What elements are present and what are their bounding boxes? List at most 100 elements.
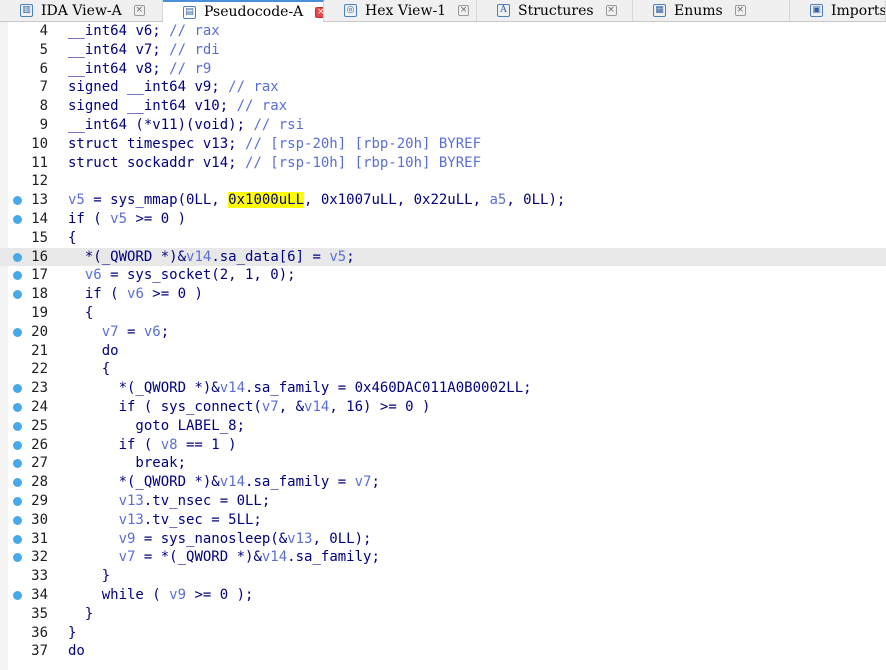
code-line[interactable]: 4 __int64 v6; // rax <box>0 22 886 41</box>
variable-token: v9 <box>169 587 187 603</box>
line-number: 15 <box>31 229 48 246</box>
line-number: 11 <box>31 154 48 171</box>
variable-token: v7 <box>68 323 119 340</box>
code-line[interactable]: 21 do <box>0 342 886 361</box>
code-line[interactable]: 18 if ( v6 >= 0 ) <box>0 285 886 304</box>
comment-token: // r9 <box>169 60 212 77</box>
line-number: 26 <box>31 436 48 453</box>
close-icon[interactable]: × <box>133 5 145 16</box>
code-line[interactable]: 17 v6 = sys_socket(2, 1, 0); <box>0 266 886 285</box>
code-line[interactable]: 28 *(_QWORD *)&v14.sa_family = v7; <box>0 473 886 492</box>
code-text: signed __int64 v10; // rax <box>68 97 287 116</box>
code-token: if ( <box>68 211 111 227</box>
code-line[interactable]: 22 { <box>0 360 886 379</box>
code-token: >= 0 ) <box>143 286 203 303</box>
code-token: >= 0 ) <box>127 211 187 227</box>
code-line[interactable]: 35 } <box>0 605 886 624</box>
tab-imports[interactable]: ▣ Imports <box>790 0 886 21</box>
tab-ida-view-a[interactable]: ▥ IDA View-A × <box>0 0 163 21</box>
code-token: { <box>68 305 94 321</box>
close-icon[interactable]: × <box>734 5 746 16</box>
code-text: v13.tv_nsec = 0LL; <box>68 492 271 511</box>
close-icon[interactable]: × <box>315 6 323 18</box>
code-line[interactable]: 33 } <box>0 567 886 586</box>
code-line[interactable]: 16 *(_QWORD *)&v14.sa_data[6] = v5; <box>0 247 886 267</box>
code-line[interactable]: 12 <box>0 172 886 191</box>
code-text: if ( v6 >= 0 ) <box>68 285 203 304</box>
code-line[interactable]: 32 v7 = *(_QWORD *)&v14.sa_family; <box>0 548 886 567</box>
code-text: goto LABEL_8; <box>68 417 245 436</box>
code-line[interactable]: 29 v13.tv_nsec = 0LL; <box>0 492 886 511</box>
code-line[interactable]: 14 if ( v5 >= 0 ) <box>0 210 886 229</box>
code-line[interactable]: 37 do <box>0 642 886 661</box>
code-line[interactable]: 23 *(_QWORD *)&v14.sa_family = 0x460DAC0… <box>0 379 886 398</box>
code-line[interactable]: 11 struct sockaddr v14; // [rsp-10h] [rbp… <box>0 154 886 173</box>
code-text: if ( v5 >= 0 ) <box>68 210 186 229</box>
code-line[interactable]: 7 signed __int64 v9; // rax <box>0 78 886 97</box>
close-icon[interactable]: × <box>458 5 470 16</box>
close-icon[interactable]: × <box>605 5 617 16</box>
code-token: , 0LL); <box>312 530 372 547</box>
variable-token: v6 <box>143 323 161 340</box>
code-line[interactable]: 26 if ( v8 == 1 ) <box>0 436 886 455</box>
tab-label: Imports <box>831 2 886 19</box>
code-line[interactable]: 27 break; <box>0 454 886 473</box>
variable-token: v13 <box>287 530 313 547</box>
code-token: = sys_socket(2, 1, 0); <box>101 267 296 284</box>
line-number: 24 <box>31 399 48 415</box>
line-number: 25 <box>31 417 48 434</box>
code-text: struct timespec v13; // [rsp-20h] [rbp-2… <box>68 135 481 154</box>
line-number: 4 <box>39 23 48 39</box>
code-token: } <box>68 624 77 641</box>
tab-structures[interactable]: A Structures × <box>477 0 633 21</box>
code-line[interactable]: 36} <box>0 624 886 643</box>
variable-token: v7 <box>354 474 372 491</box>
tab-enums[interactable]: ▦ Enums × <box>633 0 790 21</box>
code-token: .sa_family; <box>287 549 380 566</box>
code-line[interactable]: 10 struct timespec v13; // [rsp-20h] [rbp… <box>0 135 886 154</box>
pseudocode-editor[interactable]: 4 __int64 v6; // rax 5 __int64 v7; // rdi 6 _… <box>0 22 886 670</box>
line-number: 36 <box>31 624 48 641</box>
code-token: >= 0 ); <box>186 587 254 603</box>
code-token: ; <box>152 41 170 58</box>
code-line[interactable]: 6 __int64 v8; // r9 <box>0 60 886 79</box>
line-number: 9 <box>39 117 48 133</box>
code-token: v10 <box>194 98 220 115</box>
code-token: = <box>118 323 144 340</box>
comment-token: // rax <box>228 79 279 96</box>
variable-token: v9 <box>68 530 136 547</box>
code-line[interactable]: 15 { <box>0 229 886 248</box>
variable-token: v7 <box>68 549 136 566</box>
code-token: v7 <box>135 41 153 58</box>
line-number: 29 <box>31 493 48 509</box>
code-line[interactable]: 13 v5 = sys_mmap(0LL, 0x1000uLL, 0x1007uL… <box>0 191 886 210</box>
code-token: __int64 (*v11)(void); <box>68 117 254 133</box>
code-line[interactable]: 25 goto LABEL_8; <box>0 417 886 436</box>
code-token: *(_QWORD *)& <box>68 380 220 397</box>
code-line[interactable]: 5 __int64 v7; // rdi <box>0 41 886 60</box>
variable-token: v14 <box>261 549 288 566</box>
code-line[interactable]: 31 v9 = sys_nanosleep(&v13, 0LL); <box>0 530 886 549</box>
code-token: .tv_nsec = 0LL; <box>143 493 271 509</box>
code-token: __int64 <box>68 23 136 39</box>
line-number: 30 <box>31 511 48 528</box>
code-line[interactable]: 24 if ( sys_connect(v7, &v14, 16) >= 0 ) <box>0 398 886 417</box>
line-number: 6 <box>39 60 48 77</box>
line-number: 23 <box>31 380 48 397</box>
code-line[interactable]: 9 __int64 (*v11)(void); // rsi <box>0 116 886 135</box>
variable-token: v14 <box>219 474 246 491</box>
code-line[interactable]: 34 while ( v9 >= 0 ); <box>0 586 886 605</box>
comment-token: // rax <box>169 23 220 39</box>
tab-pseudocode-a[interactable]: ▤ Pseudocode-A × <box>163 0 324 22</box>
code-token: struct timespec v13; <box>68 135 246 152</box>
code-text: } <box>68 624 76 643</box>
code-line[interactable]: 8 signed __int64 v10; // rax <box>0 97 886 116</box>
code-line[interactable]: 30 v13.tv_sec = 5LL; <box>0 511 886 530</box>
code-token: == 1 ) <box>177 436 237 453</box>
code-line[interactable]: 20 v7 = v6; <box>0 323 886 342</box>
variable-token: v6 <box>127 286 144 303</box>
tab-hex-view-1[interactable]: ◎ Hex View-1 × <box>324 0 477 21</box>
code-line[interactable]: 19 { <box>0 304 886 323</box>
line-number: 13 <box>31 192 48 209</box>
tab-label: Pseudocode-A <box>204 4 304 20</box>
